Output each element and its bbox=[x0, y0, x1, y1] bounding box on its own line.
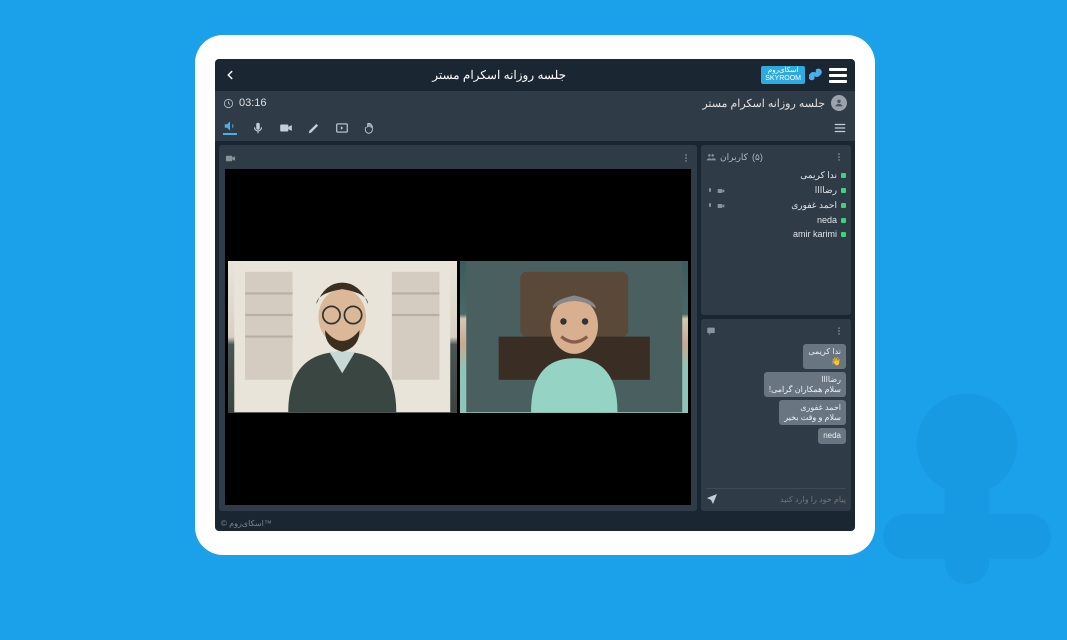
users-count: (۵) bbox=[752, 152, 763, 163]
top-header: اسکای‌روم SKYROOM جلسه روزانه اسکرام مست… bbox=[215, 59, 855, 91]
screenshare-button[interactable] bbox=[335, 121, 349, 135]
chat-message-author: neda bbox=[823, 431, 841, 440]
user-status-icon bbox=[841, 232, 846, 237]
back-button[interactable] bbox=[223, 68, 237, 82]
video-indicator-icon bbox=[225, 153, 236, 164]
chat-message: neda bbox=[818, 428, 846, 444]
chat-messages: ندا کریمی👋 رضااااسلام همکاران گرامی! احمد … bbox=[706, 344, 846, 484]
users-icon bbox=[706, 152, 716, 162]
video-tile-2[interactable] bbox=[228, 261, 457, 412]
sub-header: جلسه روزانه اسکرام مستر 03:16 bbox=[215, 91, 855, 115]
user-row[interactable]: amir karimi bbox=[706, 227, 846, 241]
user-name: neda bbox=[817, 215, 837, 225]
device-frame: اسکای‌روم SKYROOM جلسه روزانه اسکرام مست… bbox=[195, 35, 875, 555]
brand-logo: اسکای‌روم SKYROOM bbox=[761, 66, 823, 85]
meeting-title: جلسه روزانه اسکرام مستر bbox=[702, 97, 825, 110]
brand-sub: SKYROOM bbox=[765, 75, 801, 83]
user-name: amir karimi bbox=[793, 229, 837, 239]
chat-message-author: احمد غفوری bbox=[784, 403, 841, 412]
chat-message-content: 👋 bbox=[808, 357, 841, 366]
chat-message-author: رضاااا bbox=[769, 375, 841, 384]
video-pane bbox=[219, 145, 697, 511]
user-status-icon bbox=[841, 188, 846, 193]
footer: © اسکای‌روم™ bbox=[215, 515, 855, 531]
chat-icon bbox=[706, 326, 716, 336]
user-list: ندا کریمی رضاااا احمد غفوری neda amir kari… bbox=[706, 168, 846, 310]
chat-message: ندا کریمی👋 bbox=[803, 344, 846, 369]
side-panels: (۵) کاربران ندا کریمی رضاااا احمد غفوری n… bbox=[701, 145, 851, 511]
chat-input[interactable] bbox=[722, 495, 846, 504]
users-label: کاربران bbox=[720, 152, 748, 163]
chat-more-button[interactable] bbox=[832, 324, 846, 338]
menu-button[interactable] bbox=[829, 68, 847, 83]
raise-hand-button[interactable] bbox=[363, 121, 377, 135]
user-status-icon bbox=[841, 203, 846, 208]
brand-name: اسکای‌روم bbox=[765, 67, 801, 75]
avatar[interactable] bbox=[831, 95, 847, 111]
user-row[interactable]: رضاااا bbox=[706, 183, 846, 198]
camera-button[interactable] bbox=[279, 121, 293, 135]
chat-message-author: ندا کریمی bbox=[808, 347, 841, 356]
users-more-button[interactable] bbox=[832, 150, 846, 164]
video-more-button[interactable] bbox=[681, 153, 691, 163]
chat-panel: ندا کریمی👋 رضااااسلام همکاران گرامی! احمد … bbox=[701, 319, 851, 511]
app-window: اسکای‌روم SKYROOM جلسه روزانه اسکرام مست… bbox=[215, 59, 855, 531]
speaker-button[interactable] bbox=[223, 121, 237, 135]
user-row[interactable]: ندا کریمی bbox=[706, 168, 846, 183]
send-button[interactable] bbox=[706, 493, 718, 505]
link-icon bbox=[809, 68, 823, 82]
user-name: احمد غفوری bbox=[791, 200, 837, 211]
user-row[interactable]: neda bbox=[706, 213, 846, 227]
user-name: رضاااا bbox=[815, 185, 837, 196]
page-title: جلسه روزانه اسکرام مستر bbox=[432, 68, 566, 82]
video-tile-1[interactable] bbox=[460, 261, 689, 412]
clock-icon bbox=[223, 98, 234, 109]
user-name: ندا کریمی bbox=[800, 170, 837, 181]
users-panel: (۵) کاربران ندا کریمی رضاااا احمد غفوری n… bbox=[701, 145, 851, 315]
main-content: (۵) کاربران ندا کریمی رضاااا احمد غفوری n… bbox=[215, 141, 855, 515]
user-status-icon bbox=[841, 173, 846, 178]
mic-button[interactable] bbox=[251, 121, 265, 135]
toolbar-menu-button[interactable] bbox=[833, 121, 847, 135]
chat-message-content: سلام همکاران گرامی! bbox=[769, 385, 841, 394]
pen-button[interactable] bbox=[307, 121, 321, 135]
chat-message: احمد غفوریسلام و وقت بخیر bbox=[779, 400, 846, 425]
chat-message-content: سلام و وقت بخیر bbox=[784, 413, 841, 422]
video-container bbox=[225, 169, 691, 505]
timer: 03:16 bbox=[239, 97, 267, 109]
user-status-icon bbox=[841, 218, 846, 223]
copyright: © اسکای‌روم™ bbox=[221, 519, 272, 528]
toolbar bbox=[215, 115, 855, 141]
chat-message: رضااااسلام همکاران گرامی! bbox=[764, 372, 846, 397]
user-row[interactable]: احمد غفوری bbox=[706, 198, 846, 213]
